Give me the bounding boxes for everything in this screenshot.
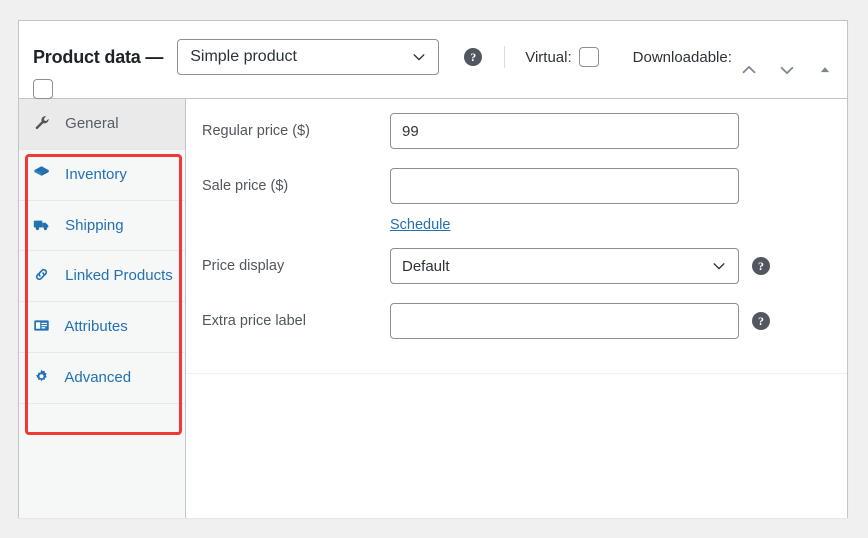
- product-data-body: General Inventory Shipping Linked Produc…: [19, 99, 847, 518]
- chevron-down-icon: [412, 50, 426, 64]
- tab-attributes-label: Attributes: [64, 318, 128, 335]
- price-display-row: Price display Default ?: [186, 248, 847, 284]
- tab-linked-products[interactable]: Linked Products: [19, 251, 185, 302]
- tab-general-label: General: [65, 115, 119, 132]
- panel-order-controls: [737, 59, 837, 81]
- regular-price-input[interactable]: [390, 113, 739, 149]
- link-icon: [33, 266, 51, 282]
- tab-advanced[interactable]: Advanced: [19, 353, 185, 404]
- downloadable-label: Downloadable:: [632, 48, 732, 66]
- price-display-label: Price display: [202, 258, 285, 274]
- price-display-select[interactable]: Default: [390, 248, 739, 284]
- inventory-icon: [33, 165, 51, 181]
- header-divider: [504, 46, 506, 68]
- move-down-icon[interactable]: [775, 59, 799, 81]
- product-data-header: Product data — Simple product ? Virtual:…: [19, 21, 847, 99]
- product-type-help-icon[interactable]: ?: [464, 48, 483, 66]
- toggle-panel-icon[interactable]: [813, 59, 837, 81]
- move-up-icon[interactable]: [737, 59, 761, 81]
- price-display-help-icon[interactable]: ?: [752, 257, 770, 275]
- product-type-selected-value: Simple product: [190, 48, 297, 65]
- tab-shipping-label: Shipping: [65, 216, 124, 234]
- tab-general[interactable]: General: [19, 99, 185, 150]
- extra-price-label-label: Extra price label: [202, 313, 306, 329]
- tab-attributes[interactable]: Attributes: [19, 302, 185, 353]
- tab-linked-products-label: Linked Products: [65, 267, 173, 285]
- gear-icon: [33, 368, 51, 384]
- wrench-icon: [33, 114, 51, 130]
- extra-price-label-input[interactable]: [390, 303, 739, 339]
- schedule-sale-link[interactable]: Schedule: [390, 217, 450, 233]
- regular-price-row: Regular price ($): [186, 113, 847, 149]
- product-data-panel: Product data — Simple product ? Virtual:…: [18, 20, 848, 518]
- general-tab-panel: Regular price ($) Sale price ($) Schedul…: [186, 99, 847, 518]
- regular-price-label: Regular price ($): [202, 123, 310, 139]
- product-data-tabs: General Inventory Shipping Linked Produc…: [19, 99, 186, 518]
- header-controls-row: Product data — Simple product ? Virtual:…: [33, 39, 837, 75]
- page-title: Product data —: [33, 46, 164, 67]
- chevron-down-icon: [712, 259, 726, 273]
- tab-inventory-label: Inventory: [65, 165, 127, 183]
- downloadable-checkbox[interactable]: [33, 79, 53, 99]
- fields-bottom-divider: [186, 373, 847, 374]
- truck-icon: [33, 216, 51, 232]
- virtual-label: Virtual:: [525, 48, 572, 66]
- product-type-select[interactable]: Simple product: [177, 39, 440, 75]
- tab-inventory[interactable]: Inventory: [19, 150, 185, 201]
- extra-price-label-row: Extra price label ?: [186, 303, 847, 339]
- virtual-checkbox[interactable]: [578, 47, 599, 67]
- sale-price-input[interactable]: [390, 168, 739, 204]
- tab-shipping[interactable]: Shipping: [19, 201, 185, 252]
- attributes-icon: [33, 317, 51, 333]
- extra-price-label-help-icon[interactable]: ?: [752, 312, 770, 330]
- price-display-selected-value: Default: [402, 257, 450, 275]
- sale-price-label: Sale price ($): [202, 178, 289, 194]
- tab-advanced-label: Advanced: [64, 368, 132, 386]
- sale-price-row: Sale price ($): [186, 168, 847, 204]
